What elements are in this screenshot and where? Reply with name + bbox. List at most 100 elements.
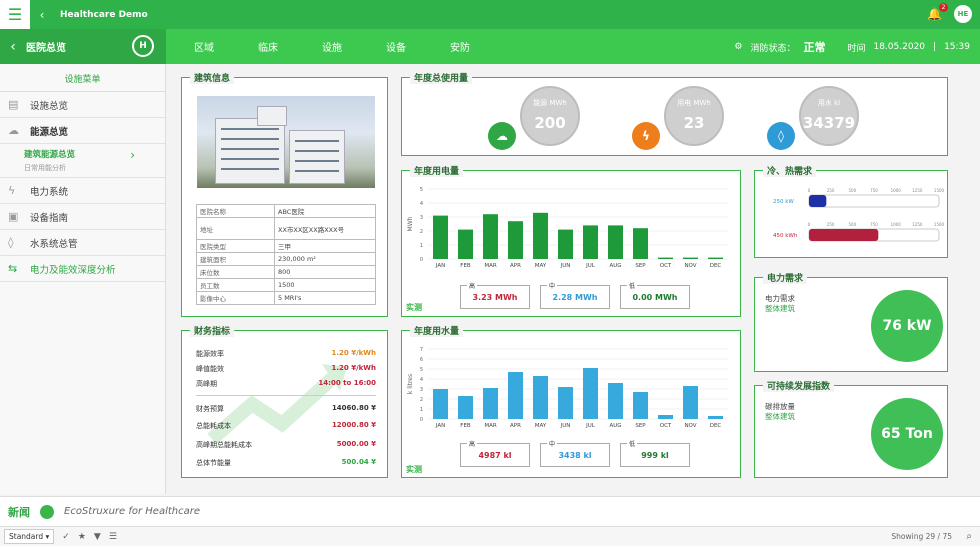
power-mid-stat: 中 2.28 MWh [540,281,610,309]
avatar[interactable]: HE [954,5,972,23]
finance-label: 高峰期 [196,380,217,388]
x-tick-label: DEC [710,263,722,269]
hamburger-menu-icon[interactable]: ☰ [0,0,30,29]
power-chart-panel: 年度用电量 5 4 3 2 1 0 MWh JAN FEB MAR APR MAY JUN JUL AUG S… [401,164,741,317]
alarm-label: 消防状态： [750,43,796,54]
bar [608,383,623,419]
chevron-right-icon: › [130,148,135,162]
x-tick-label: FEB [460,263,471,269]
tab-facility[interactable]: 设施 [322,39,342,54]
tab-clinical[interactable]: 临床 [258,39,278,54]
sidebar-item-energy-overview[interactable]: ☁ 能源总览 [0,118,165,144]
finance-label: 财务预算 [196,405,224,413]
y-tick-label: 4 [420,201,423,207]
y-tick-label: 2 [420,229,423,235]
table-row: 地址 XX市XX区XX路XXX号 [196,217,376,240]
power-low-stat: 低 0.00 MWh [620,281,690,309]
finance-value: 12000.80 ¥ [331,421,376,429]
notification-bell-icon[interactable]: 🔔 2 [927,3,948,21]
y-tick-label: 1 [420,407,423,413]
tab-equipment[interactable]: 设备 [386,39,406,54]
x-tick-label: MAY [535,263,547,269]
tab-security[interactable]: 安防 [450,39,470,54]
finance-row: 财务预算 14060.80 ¥ [196,404,376,414]
bar [558,387,573,419]
tab-area[interactable]: 区域 [194,39,214,54]
star-icon[interactable]: ★ [78,532,86,542]
bar [608,225,623,259]
hvac-tick-label: 1500 [934,188,945,193]
hvac-bar-chart: 250 kW 0 250 500 750 1000 1250 1500 450 kWh 0 250 5… [773,188,945,242]
power-bar-chart: 5 4 3 2 1 0 MWh JAN FEB MAR APR MAY JUN JUL AUG SEP OCT N… [407,187,728,269]
bar [558,229,573,259]
x-tick-label: JAN [435,423,445,429]
top-bar: ☰ ‹ Healthcare Demo 🔔 2 HE [0,0,980,29]
bar [458,396,473,419]
nav-section-header: ‹ 医院总览 H [0,29,166,64]
drop-icon: ◊ [767,122,795,150]
sidebar-item-power-system[interactable]: ϟ 电力系统 [0,178,165,204]
sidebar-subitem-subtitle: 日常用能分析 [24,164,66,172]
lightning-icon: ϟ [8,184,16,197]
panel-title: 年度用电量 [410,164,464,177]
document-icon: ▤ [8,98,19,111]
drop-icon: ◊ [8,236,14,249]
x-tick-label: JUN [560,263,571,269]
finance-label: 能源效率 [196,350,224,358]
date-value: 18.05.2020 [873,42,926,52]
water-bar-chart: 7 6 5 4 3 2 1 0 k litres JAN FEB MAR APR MAY JUN JUL AUG… [407,347,728,429]
sidebar-item-deep-analysis[interactable]: ⇆ 电力及能效深度分析 [0,256,165,282]
stat-value: 0.00 MWh [632,292,678,302]
energy-usage-circle: 能源 MWh 200 [520,86,580,146]
sidebar-item-label: 电力及能效深度分析 [30,264,116,276]
check-icon[interactable]: ✓ [62,532,70,542]
hvac-bar-fill [809,229,879,241]
finance-row: 总体节能量 500.04 ¥ [196,458,376,468]
x-tick-label: OCT [660,423,672,429]
real-label: 实测 [406,465,422,474]
lightning-icon: ϟ [632,122,660,150]
stat-caption: 高 [467,439,478,448]
power-demand-value: 76 kW [871,290,943,362]
sidebar-item-label: 水系统总管 [30,238,78,250]
power-usage-value: 23 [683,114,705,132]
y-axis-label: k litres [407,374,414,394]
finance-panel: 财务指标 能源效率 1.20 ¥/kWh 峰值能效 1.20 ¥/kWh 高峰期 14:0… [181,324,388,478]
power-usage-label: 用电 MWh [677,99,711,107]
search-icon[interactable]: ⌕ [966,531,972,542]
finance-row: 能源效率 1.20 ¥/kWh [196,349,376,359]
panel-title: 年度总使用量 [410,71,473,84]
stat-value: 2.28 MWh [552,292,598,302]
news-toolbar: Standard ▾ ✓ ★ ▼ ☰ Showing 29 / 75 ⌕ [0,526,980,546]
annual-usage-panel: 年度总使用量 能源 MWh 200 ☁ 用电 MWh 23 ϟ 用水 kl 34… [401,71,948,156]
column-settings-icon[interactable]: ☰ [109,532,117,542]
sidebar-item-water-system[interactable]: ◊ 水系统总管 [0,230,165,256]
showing-count: Showing 29 / 75 [891,532,952,541]
cloud-icon: ☁ [488,122,516,150]
x-tick-label: NOV [684,263,696,269]
bar [683,386,698,419]
sidebar-item-equipment-guide[interactable]: ▣ 设备指南 [0,204,165,230]
time-value: 15:39 [944,42,970,52]
finance-row: 高峰期 14:00 to 16:00 [196,379,376,389]
standard-select-label: Standard [9,532,44,541]
standard-select[interactable]: Standard ▾ [4,529,55,544]
bar [708,257,723,259]
x-tick-label: JAN [435,263,445,269]
brand-text: EcoStruxure for Healthcare [64,506,201,517]
filter-icon[interactable]: ▼ [94,532,101,542]
y-tick-label: 0 [420,417,423,423]
back-icon[interactable]: ‹ [0,39,26,55]
back-arrow-icon[interactable]: ‹ [30,8,54,22]
bar [508,221,523,259]
sidebar-item-facility-overview[interactable]: ▤ 设施总览 [0,92,165,118]
power-high-stat: 高 3.23 MWh [460,281,530,309]
y-tick-label: 5 [420,187,423,193]
bar [483,388,498,419]
time-label: 时间 [847,43,866,54]
sidebar-subitem-building-energy[interactable]: 建筑能源总览 日常用能分析 › [0,144,165,178]
finance-value: 1.20 ¥/kWh [331,364,377,372]
x-tick-label: APR [510,263,521,269]
y-tick-label: 7 [420,347,423,353]
hvac-bar-track [808,194,940,208]
